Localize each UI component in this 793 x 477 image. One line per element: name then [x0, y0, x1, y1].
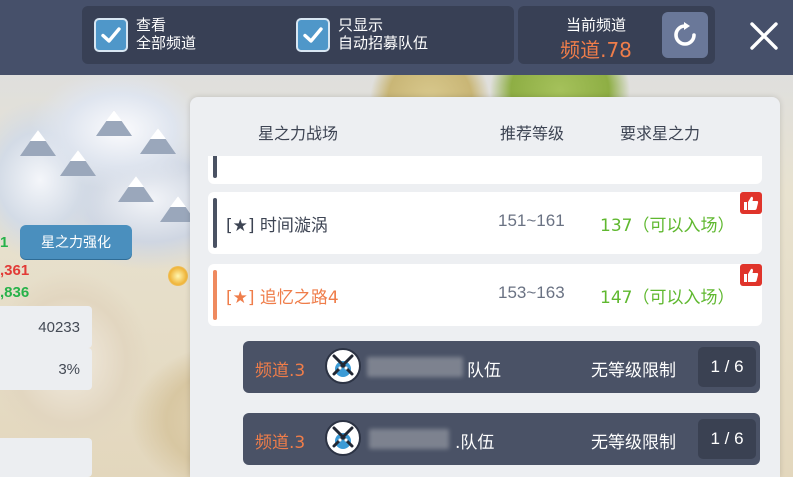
view-all-channels-checkbox[interactable]	[94, 18, 128, 52]
close-icon	[750, 22, 778, 50]
stat-box: 40233	[0, 306, 92, 348]
team-name: 队伍	[467, 361, 501, 381]
team-row[interactable]: 频道.3 队伍 无等级限制 1 / 6	[243, 341, 760, 393]
current-channel-caption: 当前频道	[565, 16, 626, 34]
checkmark-icon	[101, 27, 121, 43]
team-name: .队伍	[455, 433, 495, 453]
stat-value-red: ,361	[0, 262, 30, 279]
label-line: 全部频道	[136, 34, 197, 52]
team-channel: 频道.3	[255, 433, 306, 453]
label-line: 只显示	[338, 16, 384, 34]
auto-recruit-only-label[interactable]: 只显示 自动招募队伍	[338, 16, 428, 52]
label-line: 查看	[136, 16, 167, 34]
team-member-count: 1 / 6	[698, 419, 756, 459]
row-indicator-bar	[213, 156, 217, 178]
row-indicator-bar	[213, 270, 217, 320]
thumbs-up-icon	[740, 192, 762, 214]
column-header-required-star-force: 要求星之力	[620, 124, 701, 143]
team-row[interactable]: 频道.3 .队伍 无等级限制 1 / 6	[243, 413, 760, 465]
label-line: 自动招募队伍	[338, 34, 429, 52]
battlefield-requirement: 147（可以入场）	[600, 288, 735, 308]
checkmark-icon	[303, 27, 323, 43]
auto-recruit-only-checkbox[interactable]	[296, 18, 330, 52]
battlefield-requirement: 137（可以入场）	[600, 216, 735, 236]
team-member-count: 1 / 6	[698, 347, 756, 387]
battlefield-level: 151~161	[498, 211, 565, 230]
team-leader-avatar-icon	[325, 348, 361, 384]
current-channel-value: 频道.78	[560, 38, 632, 62]
stat-box	[0, 438, 92, 477]
column-header-recommended-level: 推荐等级	[500, 124, 565, 143]
battlefield-level: 153~163	[498, 283, 565, 302]
stat-box: 3%	[0, 348, 92, 390]
battlefield-row[interactable]: [★] 时间漩涡 151~161 137（可以入场）	[208, 192, 762, 254]
star-force-enhance-button[interactable]: 星之力强化	[20, 225, 132, 259]
team-channel: 频道.3	[255, 361, 306, 381]
team-level-limit: 无等级限制	[591, 361, 676, 381]
stat-box-value: 3%	[58, 360, 80, 378]
blurred-player-name	[369, 429, 449, 449]
map-mountain	[60, 150, 96, 176]
refresh-icon	[674, 22, 696, 46]
close-button[interactable]	[742, 14, 786, 58]
battlefield-row[interactable]	[208, 156, 762, 184]
map-mountain	[140, 128, 176, 154]
battlefield-name: [★] 追忆之路4	[226, 288, 339, 308]
view-all-channels-label[interactable]: 查看 全部频道	[136, 16, 196, 52]
stat-value-green-top: 1	[0, 234, 9, 251]
map-mountain	[20, 130, 56, 156]
map-mountain	[118, 176, 154, 202]
column-header-battlefield: 星之力战场	[258, 124, 339, 143]
stat-box-value: 40233	[38, 318, 80, 336]
thumbs-up-icon	[740, 264, 762, 286]
blurred-player-name	[367, 357, 463, 377]
row-indicator-bar	[213, 198, 217, 248]
battlefield-row-selected[interactable]: [★] 追忆之路4 153~163 147（可以入场）	[208, 264, 762, 326]
map-mountain	[96, 110, 132, 136]
map-location-marker[interactable]	[168, 266, 188, 286]
team-leader-avatar-icon	[325, 420, 361, 456]
refresh-button[interactable]	[662, 12, 708, 58]
team-level-limit: 无等级限制	[591, 433, 676, 453]
battlefield-name: [★] 时间漩涡	[226, 216, 328, 236]
battlefield-list[interactable]: [★] 时间漩涡 151~161 137（可以入场） [★] 追忆之路4 153…	[208, 156, 762, 477]
stat-value-green: ,836	[0, 284, 30, 301]
